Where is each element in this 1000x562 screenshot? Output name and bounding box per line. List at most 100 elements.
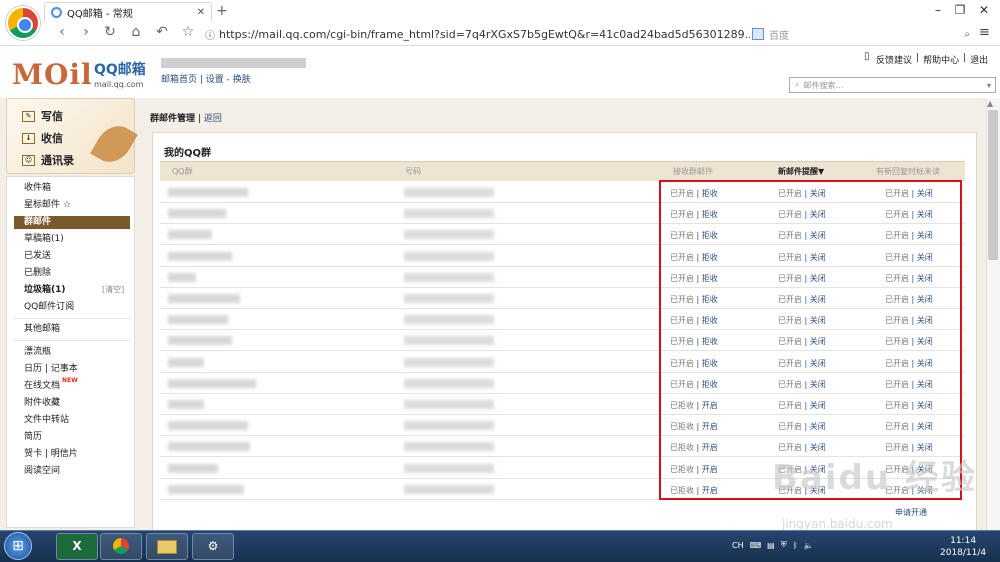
minimize-button[interactable]: – <box>930 3 946 17</box>
toggle-link[interactable]: 关闭 <box>917 189 933 198</box>
toggle-link[interactable]: 拒收 <box>702 253 718 262</box>
toggle-link[interactable]: 关闭 <box>810 316 826 325</box>
sidebar-item-group-mail[interactable]: 群邮件 <box>14 216 130 229</box>
excel-app[interactable]: X <box>56 533 98 560</box>
apply-link[interactable]: 申请开通 <box>895 507 927 518</box>
logout-link[interactable]: 退出 <box>970 53 988 66</box>
toggle-link[interactable]: 关闭 <box>810 422 826 431</box>
toggle-link[interactable]: 开启 <box>702 443 718 452</box>
toggle-link[interactable]: 关闭 <box>917 422 933 431</box>
search-engine-icon[interactable] <box>752 28 764 40</box>
toggle-link[interactable]: 关闭 <box>917 274 933 283</box>
clear-trash-link[interactable]: [清空] <box>102 284 124 295</box>
search-icon[interactable]: ⌕ <box>964 29 970 40</box>
home-icon[interactable]: ⌂ <box>126 24 146 40</box>
toggle-link[interactable]: 关闭 <box>810 189 826 198</box>
toggle-link[interactable]: 关闭 <box>810 337 826 346</box>
restore-button[interactable]: ❐ <box>952 3 968 17</box>
toggle-link[interactable]: 拒收 <box>702 359 718 368</box>
header-links[interactable]: 邮箱首页 | 设置 - 换肤 <box>161 72 251 85</box>
menu-icon[interactable]: ≡ <box>979 25 990 40</box>
toggle-link[interactable]: 开启 <box>702 465 718 474</box>
tool-app[interactable]: ⚙ <box>192 533 234 560</box>
back-icon[interactable]: ‹ <box>52 24 72 40</box>
sidebar-item-drift-bottle[interactable]: 漂流瓶 <box>24 346 134 359</box>
toggle-link[interactable]: 拒收 <box>702 189 718 198</box>
toggle-link[interactable]: 关闭 <box>917 253 933 262</box>
chevron-down-icon[interactable]: ▾ <box>987 81 995 90</box>
toggle-link[interactable]: 拒收 <box>702 231 718 240</box>
toggle-link[interactable]: 关闭 <box>917 401 933 410</box>
toggle-link[interactable]: 拒收 <box>702 380 718 389</box>
sidebar-item-cards[interactable]: 贺卡 | 明信片 <box>24 448 134 461</box>
sidebar-item-reading-space[interactable]: 阅读空间 <box>24 465 134 478</box>
sidebar-item-sent[interactable]: 已发送 <box>24 250 134 263</box>
close-tab-icon[interactable]: ✕ <box>197 7 205 18</box>
sidebar-item-drafts[interactable]: 草稿箱(1) <box>24 233 134 246</box>
back-link[interactable]: 返回 <box>204 114 222 124</box>
toggle-link[interactable]: 拒收 <box>702 295 718 304</box>
toggle-link[interactable]: 拒收 <box>702 316 718 325</box>
toggle-link[interactable]: 关闭 <box>810 210 826 219</box>
star-bookmark-icon[interactable]: ☆ <box>178 24 198 40</box>
file-explorer-app[interactable] <box>146 533 188 560</box>
receive-button[interactable]: ↓ 收信 <box>22 130 63 146</box>
sidebar-item-subscriptions[interactable]: QQ邮件订阅 <box>24 301 134 314</box>
network-icon[interactable]: ▤ <box>767 541 775 550</box>
browser-search-box[interactable]: 百度 ⌕ <box>752 24 970 44</box>
toggle-link[interactable]: 关闭 <box>810 231 826 240</box>
compose-button[interactable]: ✎ 写信 <box>22 108 63 124</box>
toggle-link[interactable]: 关闭 <box>917 210 933 219</box>
toggle-link[interactable]: 关闭 <box>917 231 933 240</box>
bluetooth-icon[interactable]: ᛒ <box>793 541 798 550</box>
scrollbar-thumb[interactable] <box>988 110 998 260</box>
toggle-link[interactable]: 关闭 <box>917 359 933 368</box>
sidebar-item-other-mailboxes[interactable]: 其他邮箱 <box>24 323 134 336</box>
address-bar[interactable]: ⓘ https://mail.qq.com/cgi-bin/frame_html… <box>205 24 750 44</box>
close-window-button[interactable]: ✕ <box>976 3 992 17</box>
sidebar-item-inbox[interactable]: 收件箱 <box>24 182 134 195</box>
toggle-link[interactable]: 关闭 <box>917 295 933 304</box>
toggle-link[interactable]: 关闭 <box>810 401 826 410</box>
start-button[interactable]: ⊞ <box>4 532 32 560</box>
clock[interactable]: 11:14 2018/11/4 <box>940 535 986 559</box>
new-tab-button[interactable]: + <box>216 3 228 19</box>
chrome-app[interactable] <box>100 533 142 560</box>
input-language[interactable]: CH <box>732 541 744 550</box>
toggle-link[interactable]: 关闭 <box>810 359 826 368</box>
toggle-link[interactable]: 拒收 <box>702 210 718 219</box>
undo-icon[interactable]: ↶ <box>152 24 172 40</box>
sidebar-item-deleted[interactable]: 已删除 <box>24 267 134 280</box>
sidebar-item-file-transfer[interactable]: 文件中转站 <box>24 414 134 427</box>
forward-icon[interactable]: › <box>76 24 96 40</box>
volume-icon[interactable]: 🔈 <box>804 541 814 550</box>
sidebar-item-resume[interactable]: 简历 <box>24 431 134 444</box>
toggle-link[interactable]: 关闭 <box>917 316 933 325</box>
toggle-link[interactable]: 拒收 <box>702 337 718 346</box>
qq-mail-logo[interactable]: MOil <box>12 58 93 91</box>
toggle-link[interactable]: 开启 <box>702 401 718 410</box>
site-info-icon[interactable]: ⓘ <box>205 27 215 42</box>
toggle-link[interactable]: 关闭 <box>810 295 826 304</box>
toggle-link[interactable]: 关闭 <box>917 337 933 346</box>
toggle-link[interactable]: 关闭 <box>810 274 826 283</box>
sidebar-item-online-docs[interactable]: 在线文档 <box>24 380 66 393</box>
contacts-button[interactable]: ☺ 通讯录 <box>22 152 74 168</box>
feedback-link[interactable]: 反馈建议 <box>876 53 912 66</box>
sidebar-item-attachments[interactable]: 附件收藏 <box>24 397 134 410</box>
sidebar-item-starred[interactable]: 星标邮件 ☆ <box>24 199 134 212</box>
sidebar-item-calendar-notes[interactable]: 日历 | 记事本 <box>24 363 134 376</box>
browser-tab[interactable]: QQ邮箱 - 常规 ✕ <box>44 2 212 22</box>
ime-icon[interactable]: ⌨ <box>750 541 762 550</box>
help-link[interactable]: 帮助中心 <box>923 53 959 66</box>
shield-icon[interactable]: ⛨ <box>781 540 787 550</box>
sidebar-item-trash[interactable]: 垃圾箱(1) <box>24 284 84 297</box>
reload-icon[interactable]: ↻ <box>100 24 120 40</box>
mail-search-input[interactable]: ⌕ 邮件搜索... ▾ <box>789 77 996 93</box>
toggle-link[interactable]: 开启 <box>702 422 718 431</box>
toggle-link[interactable]: 开启 <box>702 486 718 495</box>
column-header-notify[interactable]: 新邮件提醒▼ <box>778 166 824 177</box>
toggle-link[interactable]: 关闭 <box>917 380 933 389</box>
toggle-link[interactable]: 关闭 <box>810 253 826 262</box>
toggle-link[interactable]: 拒收 <box>702 274 718 283</box>
